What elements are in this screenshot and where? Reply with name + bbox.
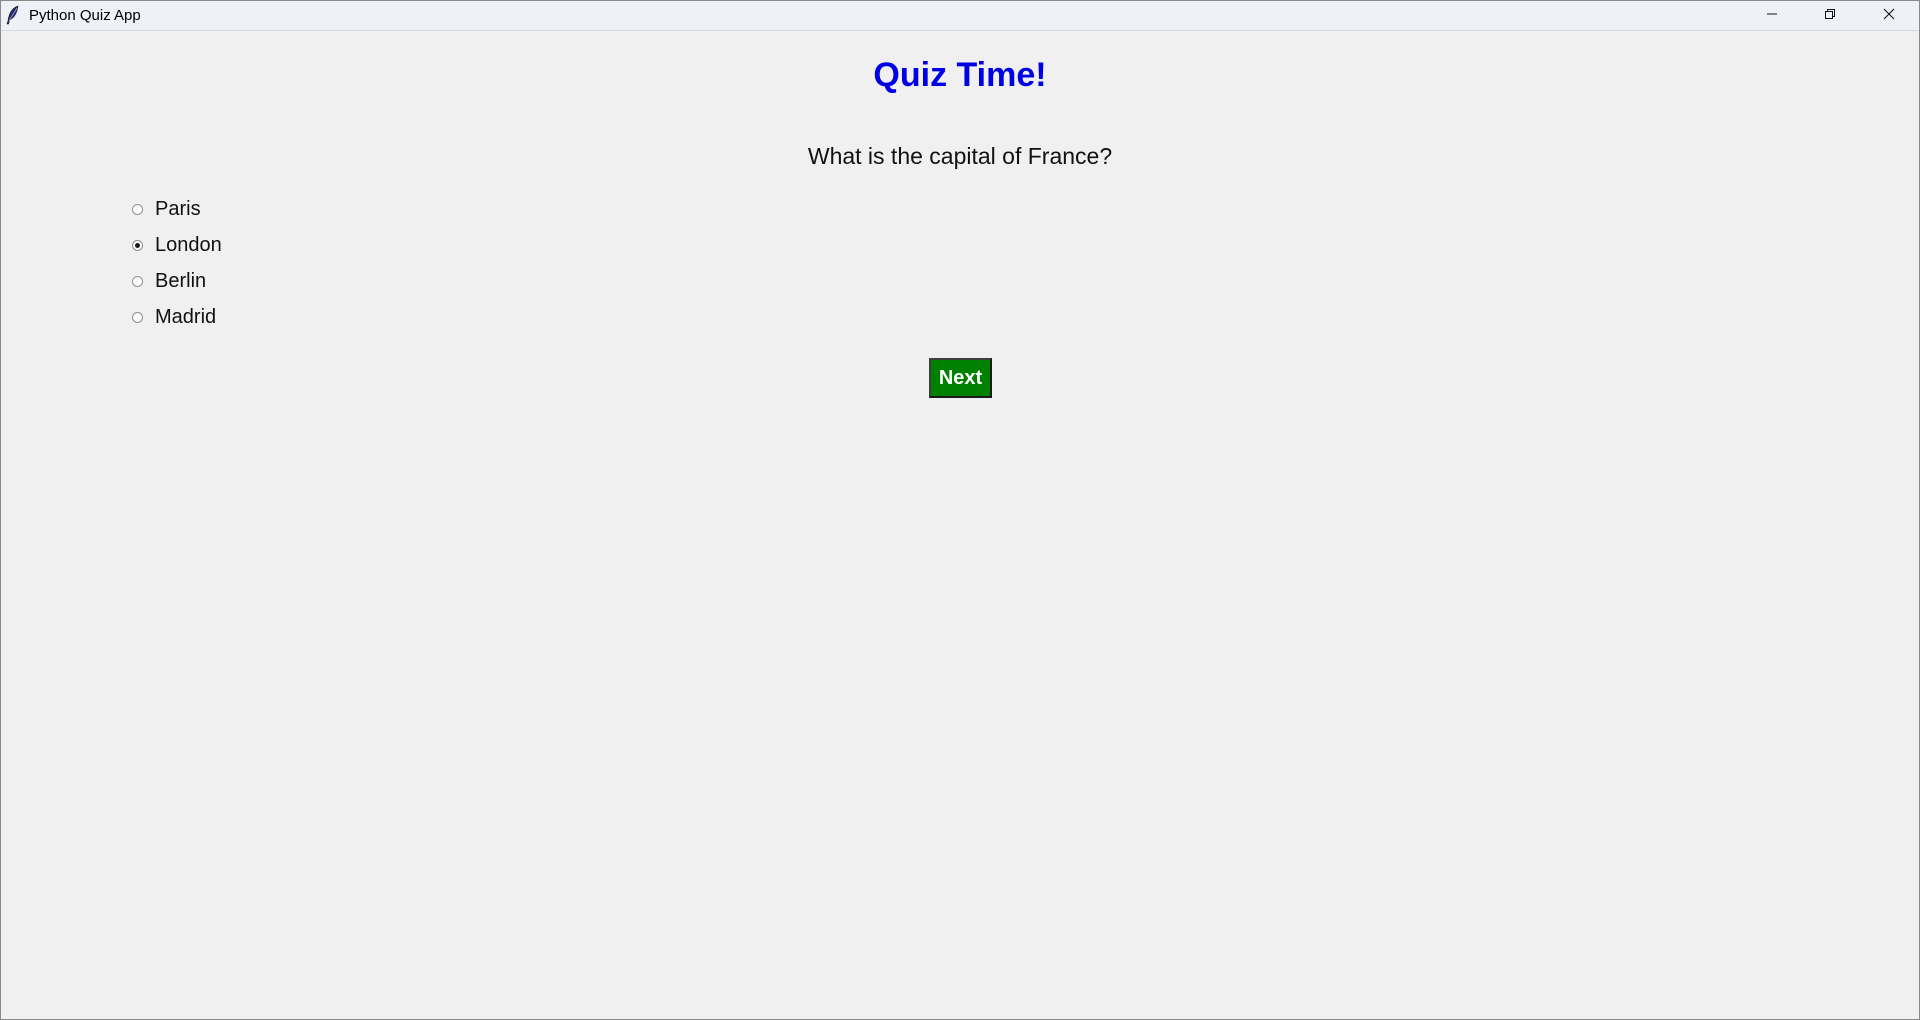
option-label[interactable]: London xyxy=(155,234,222,257)
feather-icon xyxy=(6,5,20,25)
page-title: Quiz Time! xyxy=(873,56,1047,94)
option-berlin[interactable]: Berlin xyxy=(132,263,222,299)
radio-button[interactable] xyxy=(132,275,143,287)
close-icon xyxy=(1883,7,1895,25)
quiz-panel: Quiz Time! What is the capital of France… xyxy=(1,31,1919,1019)
radio-button[interactable] xyxy=(132,203,143,215)
option-paris[interactable]: Paris xyxy=(132,191,222,227)
minimize-icon xyxy=(1766,7,1778,25)
app-window: Python Quiz App Quiz Time! What is the c… xyxy=(0,0,1920,1020)
restore-button[interactable] xyxy=(1801,1,1859,30)
minimize-button[interactable] xyxy=(1743,1,1801,30)
title-bar[interactable]: Python Quiz App xyxy=(1,1,1919,31)
radio-button[interactable] xyxy=(132,311,143,323)
window-title: Python Quiz App xyxy=(29,7,141,24)
option-london[interactable]: London xyxy=(132,227,222,263)
option-label[interactable]: Madrid xyxy=(155,306,216,329)
answer-options: Paris London Berlin Madrid xyxy=(132,191,222,335)
next-button[interactable]: Next xyxy=(929,358,992,398)
restore-icon xyxy=(1824,7,1836,25)
question-text: What is the capital of France? xyxy=(807,143,1113,169)
option-label[interactable]: Berlin xyxy=(155,270,206,293)
option-label[interactable]: Paris xyxy=(155,198,201,221)
radio-button-selected[interactable] xyxy=(132,239,143,251)
close-button[interactable] xyxy=(1860,1,1918,30)
option-madrid[interactable]: Madrid xyxy=(132,299,222,335)
